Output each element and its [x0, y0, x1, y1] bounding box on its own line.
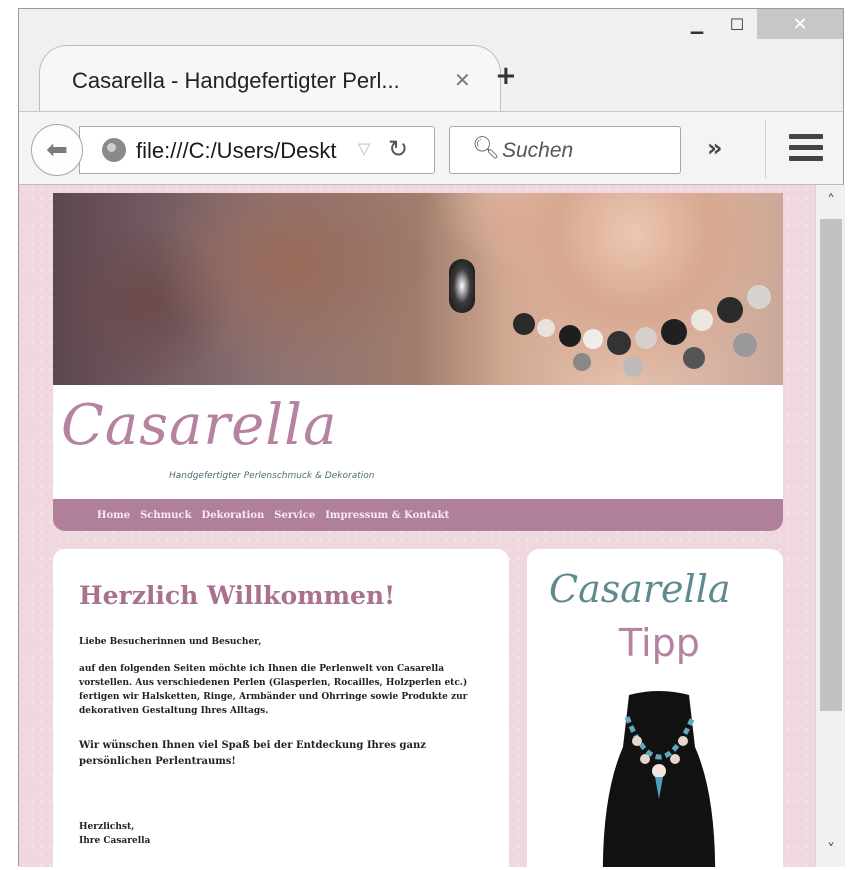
hero-image — [53, 193, 783, 385]
reload-icon[interactable]: ↻ — [388, 135, 408, 163]
tipp-label: Tipp — [619, 621, 700, 665]
hamburger-menu-icon[interactable] — [789, 134, 823, 162]
page-viewport: Casarella Handgefertigter Perlenschmuck … — [19, 185, 815, 867]
url-text[interactable]: file:///C:/Users/Deskt — [136, 138, 336, 164]
maximize-button[interactable]: ☐ — [717, 9, 757, 39]
minimize-button[interactable]: ▁ — [677, 9, 717, 39]
site-nav: Home Schmuck Dekoration Service Impressu… — [53, 499, 783, 531]
search-placeholder: Suchen — [502, 139, 574, 162]
back-button[interactable]: ⬅ — [31, 124, 83, 176]
necklace-bust-image[interactable] — [583, 687, 735, 867]
url-dropdown-icon[interactable]: ▽ — [358, 139, 370, 158]
welcome-wish: Wir wünschen Ihnen viel Spaß bei der Ent… — [79, 740, 426, 767]
search-icon: 🔍︎ — [472, 136, 500, 161]
necklace-shape — [503, 283, 783, 383]
site-logo[interactable]: Casarella — [61, 393, 337, 458]
navigation-toolbar: file:///C:/Users/Deskt ▽ ↻ ⬅ 🔍︎ Suchen » — [19, 111, 843, 185]
welcome-title: Herzlich Willkommen! — [79, 581, 396, 610]
site-tagline: Handgefertigter Perlenschmuck & Dekorati… — [169, 471, 375, 481]
welcome-closing-2: Ihre Casarella — [79, 836, 151, 846]
scroll-up-icon[interactable]: ˄ — [816, 191, 846, 210]
back-arrow-icon: ⬅ — [46, 135, 68, 165]
nav-dekoration[interactable]: Dekoration — [202, 510, 265, 521]
welcome-intro: auf den folgenden Seiten möchte ich Ihne… — [79, 664, 468, 716]
logo-area: Casarella Handgefertigter Perlenschmuck … — [53, 385, 783, 497]
close-window-button[interactable]: ✕ — [757, 9, 843, 39]
nav-schmuck[interactable]: Schmuck — [140, 510, 191, 521]
search-bar[interactable]: 🔍︎ Suchen — [449, 126, 681, 174]
window-controls: ▁ ☐ ✕ — [677, 9, 843, 39]
welcome-greeting: Liebe Besucherinnen und Besucher, — [79, 637, 262, 647]
earring-shape — [449, 259, 475, 313]
tab-close-icon[interactable]: ✕ — [454, 68, 471, 92]
browser-tab[interactable]: Casarella - Handgefertigter Perl... ✕ — [39, 45, 501, 111]
welcome-body: Liebe Besucherinnen und Besucher, auf de… — [79, 635, 491, 861]
toolbar-separator — [765, 120, 766, 178]
site-header: Casarella Handgefertigter Perlenschmuck … — [53, 193, 783, 531]
globe-icon — [102, 138, 126, 162]
tab-title: Casarella - Handgefertigter Perl... — [72, 68, 400, 93]
nav-service[interactable]: Service — [274, 510, 315, 521]
nav-home[interactable]: Home — [97, 510, 130, 521]
tipp-brand: Casarella — [549, 567, 731, 611]
new-tab-button[interactable]: + — [495, 61, 517, 91]
overflow-button[interactable]: » — [707, 134, 723, 162]
welcome-closing-1: Herzlichst, — [79, 822, 135, 832]
title-bar: ▁ ☐ ✕ Casarella - Handgefertigter Perl..… — [19, 9, 843, 113]
scroll-thumb[interactable] — [820, 219, 842, 711]
vertical-scrollbar[interactable]: ˄ ˅ — [815, 185, 845, 867]
browser-window: ▁ ☐ ✕ Casarella - Handgefertigter Perl..… — [18, 8, 845, 867]
tipp-box: Casarella Tipp — [527, 549, 783, 867]
scroll-down-icon[interactable]: ˅ — [816, 840, 846, 859]
nav-impressum-kontakt[interactable]: Impressum & Kontakt — [325, 510, 449, 521]
url-bar[interactable]: file:///C:/Users/Deskt ▽ ↻ — [79, 126, 435, 174]
welcome-box: Herzlich Willkommen! Liebe Besucherinnen… — [53, 549, 509, 867]
